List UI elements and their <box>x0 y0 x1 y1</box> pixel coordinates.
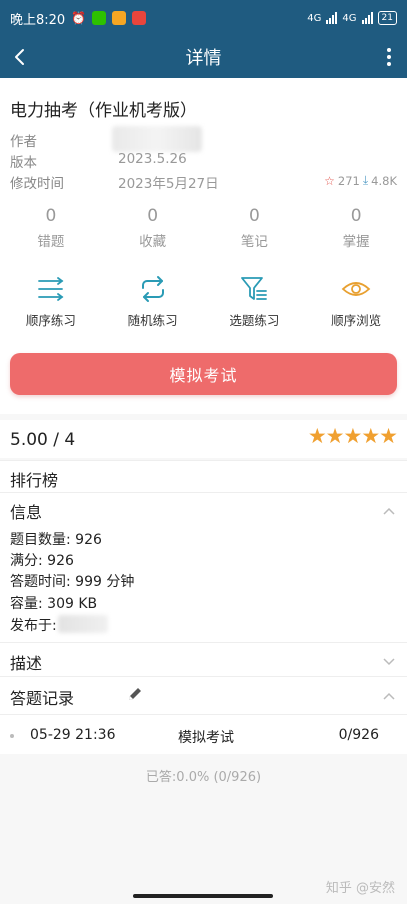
status-bar: 晚上8:20 ⏰ 4G 4G 21 <box>0 0 407 36</box>
chevron-up-icon[interactable] <box>381 503 397 519</box>
eye-icon <box>341 282 371 296</box>
author-label: 作者 <box>10 134 37 150</box>
record-score: 0/926 <box>338 727 379 743</box>
back-button[interactable] <box>8 44 34 70</box>
info-title: 信息 <box>10 503 43 522</box>
downloads-count: 4.8K <box>371 173 397 188</box>
counter-label: 掌握 <box>342 234 370 250</box>
rating-row: 5.00 / 4 ★★★★★ <box>0 420 407 458</box>
sequential-browse-button[interactable]: 顺序浏览 <box>305 274 407 329</box>
random-practice-button[interactable]: 随机练习 <box>102 274 204 329</box>
action-label: 顺序练习 <box>25 313 76 328</box>
practice-actions: 顺序练习 随机练习 选题练习 顺序浏览 <box>0 274 407 329</box>
chevron-down-icon[interactable] <box>381 653 397 669</box>
action-label: 顺序浏览 <box>331 313 382 328</box>
info-section: 信息 题目数量: 926 满分: 926 答题时间: 999 分钟 容量: 30… <box>0 492 407 642</box>
action-label: 选题练习 <box>229 313 280 328</box>
modified-label: 修改时间 <box>10 176 64 192</box>
network-label-1: 4G <box>307 12 322 24</box>
info-size: 容量: 309 KB <box>10 596 98 612</box>
status-time: 晚上8:20 <box>10 12 66 28</box>
record-time: 05-29 21:36 <box>30 727 116 743</box>
ranking-section[interactable]: 排行榜 <box>0 460 407 492</box>
signal-icon <box>326 12 338 24</box>
version-value: 2023.5.26 <box>118 151 187 167</box>
home-indicator[interactable] <box>133 894 273 898</box>
counter-mastered[interactable]: 0 掌握 <box>305 206 407 250</box>
info-question-count: 题目数量: 926 <box>10 532 102 548</box>
counter-value: 0 <box>45 206 57 226</box>
answered-progress: 已答:0.0% (0/926) <box>145 770 262 785</box>
info-answer-time: 答题时间: 999 分钟 <box>10 574 135 590</box>
rating-score: 5.00 / 4 <box>10 430 76 450</box>
chevron-up-icon[interactable] <box>381 688 397 704</box>
counter-notes[interactable]: 0 笔记 <box>204 206 306 250</box>
info-published-by: 发布于: <box>10 618 57 634</box>
sequential-practice-button[interactable]: 顺序练习 <box>0 274 102 329</box>
filter-icon <box>241 277 268 300</box>
bullet-icon <box>10 734 14 738</box>
rating-stars[interactable]: ★★★★★ <box>308 424 398 448</box>
mock-exam-button[interactable]: 模拟考试 <box>10 353 397 395</box>
counter-label: 错题 <box>37 234 65 250</box>
dot-icon <box>387 62 391 66</box>
dot-icon <box>387 48 391 52</box>
counters-row: 0 错题 0 收藏 0 笔记 0 掌握 <box>0 206 407 250</box>
description-section[interactable]: 描述 <box>0 642 407 676</box>
counter-value: 0 <box>248 206 260 226</box>
signal-icon-2 <box>361 12 373 24</box>
counter-value: 0 <box>350 206 362 226</box>
exam-stats: ☆ 271 ⤓ 4.8K <box>324 173 397 188</box>
info-full-score: 满分: 926 <box>10 553 74 569</box>
ranking-title: 排行榜 <box>10 471 59 490</box>
star-outline-icon: ☆ <box>324 173 335 188</box>
wechat-icon <box>92 11 107 25</box>
action-label: 随机练习 <box>127 313 178 328</box>
description-title: 描述 <box>10 654 43 673</box>
battery-icon: 21 <box>377 11 397 25</box>
page-title: 详情 <box>185 48 222 69</box>
counter-favorites[interactable]: 0 收藏 <box>102 206 204 250</box>
publisher-redacted <box>58 615 108 633</box>
dot-icon <box>387 55 391 59</box>
download-icon: ⤓ <box>362 173 369 187</box>
app-header: 详情 <box>0 36 407 78</box>
counter-wrong[interactable]: 0 错题 <box>0 206 102 250</box>
exam-detail-card: 电力抽考（作业机考版） 作者 版本 2023.5.26 修改时间 2023年5月… <box>0 78 407 414</box>
app-icon <box>112 11 127 25</box>
counter-value: 0 <box>147 206 159 226</box>
shuffle-icon <box>141 276 164 302</box>
records-section: 答题记录 <box>0 676 407 714</box>
author-redacted <box>112 126 202 152</box>
more-menu-button[interactable] <box>377 44 401 70</box>
counter-label: 收藏 <box>139 234 167 250</box>
watermark: 知乎 @安然 <box>325 881 395 896</box>
select-practice-button[interactable]: 选题练习 <box>204 274 306 329</box>
exam-title: 电力抽考（作业机考版） <box>10 101 197 121</box>
counter-label: 笔记 <box>240 234 268 250</box>
network-label-2: 4G <box>342 12 357 24</box>
pencil-icon[interactable] <box>126 685 144 703</box>
alarm-icon: ⏰ <box>71 11 87 25</box>
modified-value: 2023年5月27日 <box>118 176 219 192</box>
version-label: 版本 <box>10 155 37 171</box>
records-title: 答题记录 <box>10 689 75 708</box>
notification-icon <box>132 11 147 25</box>
chevron-left-icon <box>15 49 24 65</box>
list-lines-icon <box>37 277 64 301</box>
favorites-count: 271 <box>337 173 360 188</box>
record-type: 模拟考试 <box>178 730 234 746</box>
record-row[interactable]: 05-29 21:36 模拟考试 0/926 <box>0 714 407 754</box>
